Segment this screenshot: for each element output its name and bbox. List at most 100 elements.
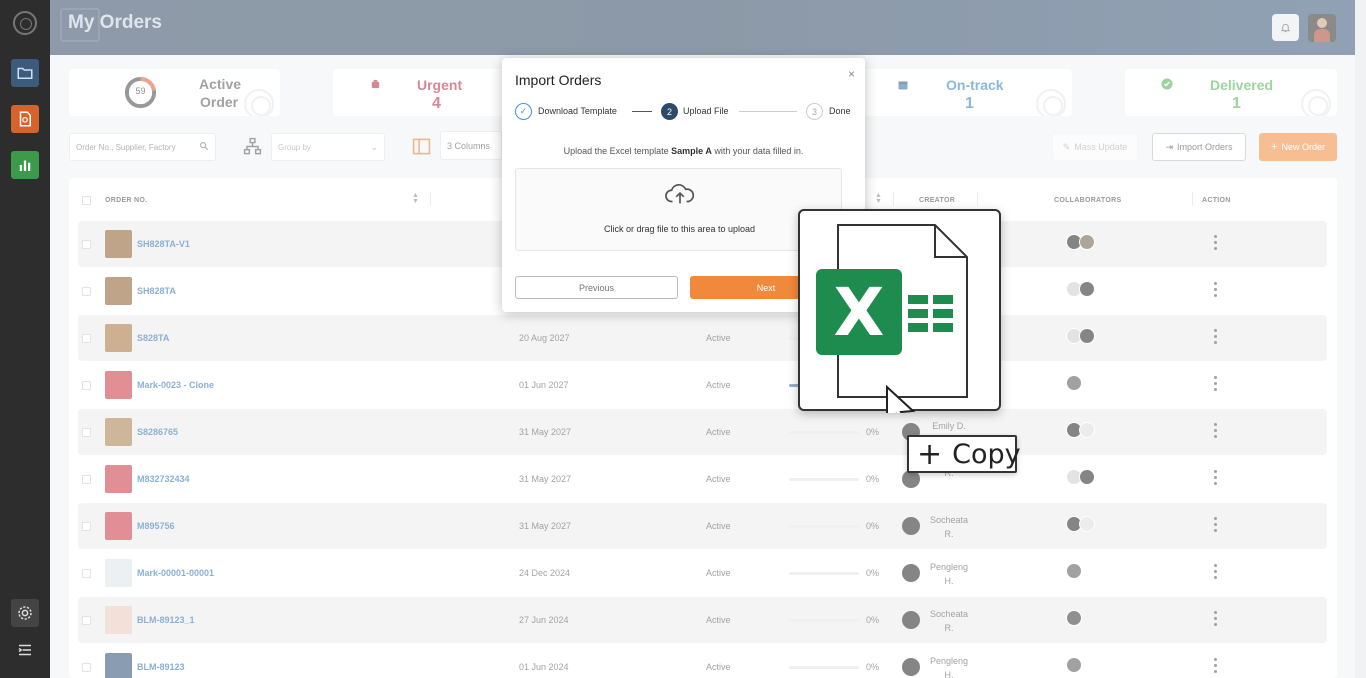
- sidebar-orders-button[interactable]: [11, 59, 39, 87]
- order-status: Active: [706, 474, 731, 484]
- collaborator-avatars[interactable]: [1066, 328, 1095, 344]
- search-input[interactable]: [70, 134, 190, 160]
- column-divider: [893, 192, 894, 206]
- more-actions-icon[interactable]: [1213, 376, 1217, 392]
- more-actions-icon[interactable]: [1213, 517, 1217, 533]
- progress-bar: [789, 525, 859, 528]
- order-status: Active: [706, 521, 731, 531]
- more-actions-icon[interactable]: [1213, 470, 1217, 486]
- table-row[interactable]: S8286765 31 May 2027 Active 0% Emily D.: [78, 409, 1327, 455]
- more-actions-icon[interactable]: [1213, 423, 1217, 439]
- ontrack-card[interactable]: On-track 1: [860, 69, 1072, 116]
- row-checkbox[interactable]: [82, 287, 91, 296]
- order-number-link[interactable]: Mark-0023 - Clone: [137, 380, 214, 390]
- collaborator-avatars[interactable]: [1066, 469, 1095, 485]
- row-checkbox[interactable]: [82, 428, 91, 437]
- order-number-link[interactable]: S828TA: [137, 333, 169, 343]
- document-search-icon: [19, 111, 31, 127]
- mass-update-button[interactable]: ✎ Mass Update: [1052, 133, 1138, 161]
- collaborator-avatars[interactable]: [1066, 422, 1095, 438]
- ontrack-label: On-track: [946, 77, 1004, 93]
- new-order-button[interactable]: + New Order: [1259, 133, 1337, 161]
- creator-last: R.: [944, 529, 954, 539]
- order-date: 20 Aug 2027: [519, 333, 570, 343]
- row-checkbox[interactable]: [82, 240, 91, 249]
- row-checkbox[interactable]: [82, 663, 91, 672]
- user-avatar[interactable]: [1308, 14, 1336, 42]
- more-actions-icon[interactable]: [1213, 329, 1217, 345]
- collaborator-avatars[interactable]: [1066, 375, 1082, 391]
- progress-bar: [789, 572, 859, 575]
- order-number-link[interactable]: S8286765: [137, 427, 178, 437]
- active-label-1: Active: [199, 76, 242, 92]
- collaborator-avatars[interactable]: [1066, 516, 1095, 532]
- collaborator-avatars[interactable]: [1066, 610, 1082, 626]
- hierarchy-icon[interactable]: [243, 137, 262, 156]
- more-actions-icon[interactable]: [1213, 282, 1217, 298]
- order-number-link[interactable]: M832732434: [137, 474, 190, 484]
- collaborator-avatars[interactable]: [1066, 281, 1095, 297]
- order-date: 31 May 2027: [519, 427, 572, 437]
- collaborator-avatars[interactable]: [1066, 657, 1082, 673]
- order-status: Active: [706, 662, 731, 672]
- progress-bar: [789, 666, 859, 669]
- order-number-link[interactable]: M895756: [137, 521, 175, 531]
- order-number-link[interactable]: SH828TA: [137, 286, 176, 296]
- collapse-menu-button[interactable]: [11, 636, 39, 664]
- table-row[interactable]: BLM-89123_1 27 Jun 2024 Active 0% Socheata R.: [78, 597, 1327, 643]
- more-actions-icon[interactable]: [1213, 611, 1217, 627]
- more-actions-icon[interactable]: [1213, 564, 1217, 580]
- import-orders-button[interactable]: ⇥ Import Orders: [1152, 133, 1246, 161]
- row-checkbox[interactable]: [82, 522, 91, 531]
- mass-update-label: Mass Update: [1074, 142, 1128, 152]
- table-row[interactable]: Mark-0023 - Clone 01 Jun 2027 Active: [78, 362, 1327, 408]
- sort-icon[interactable]: ▲ ▼: [875, 192, 882, 205]
- row-checkbox[interactable]: [82, 475, 91, 484]
- more-actions-icon[interactable]: [1213, 658, 1217, 674]
- delivered-card[interactable]: Delivered 1: [1125, 69, 1337, 116]
- active-label-2: Order: [200, 94, 239, 110]
- active-orders-card[interactable]: 59 Active Order: [69, 69, 280, 116]
- table-row[interactable]: M832732434 31 May 2027 Active 0% R.: [78, 456, 1327, 502]
- collaborator-avatars[interactable]: [1066, 563, 1082, 579]
- table-row[interactable]: Mark-00001-00001 24 Dec 2024 Active 0% Pengl…: [78, 550, 1327, 596]
- order-number-link[interactable]: Mark-00001-00001: [137, 568, 214, 578]
- sidebar-reports-button[interactable]: [11, 105, 39, 133]
- row-checkbox[interactable]: [82, 334, 91, 343]
- edit-icon: ✎: [1062, 141, 1071, 152]
- settings-button[interactable]: [11, 599, 39, 627]
- order-number-link[interactable]: BLM-89123: [137, 662, 185, 672]
- search-icon[interactable]: [199, 141, 209, 151]
- group-by-placeholder: Group by: [278, 143, 311, 152]
- previous-button[interactable]: Previous: [515, 276, 678, 299]
- table-row[interactable]: S828TA 20 Aug 2027 Active: [78, 315, 1327, 361]
- desc-template-name: Sample A: [671, 146, 712, 156]
- order-number-link[interactable]: SH828TA-V1: [137, 239, 190, 249]
- row-checkbox[interactable]: [82, 381, 91, 390]
- notifications-button[interactable]: [1272, 14, 1299, 41]
- columns-icon[interactable]: [412, 137, 431, 156]
- header-order-no: ORDER NO.: [105, 197, 148, 204]
- row-checkbox[interactable]: [82, 569, 91, 578]
- more-actions-icon[interactable]: [1213, 235, 1217, 251]
- table-row[interactable]: M895756 31 May 2027 Active 0% Socheata R.: [78, 503, 1327, 549]
- search-box: [69, 133, 216, 161]
- creator-first: Socheata: [929, 515, 969, 525]
- sidebar-analytics-button[interactable]: [11, 151, 39, 179]
- product-thumbnail: [105, 606, 132, 634]
- table-row[interactable]: BLM-89123 01 Jun 2024 Active 0% Pengleng H.: [78, 644, 1327, 678]
- new-order-label: New Order: [1281, 142, 1325, 152]
- close-icon[interactable]: ×: [848, 67, 855, 81]
- order-number-link[interactable]: BLM-89123_1: [137, 615, 195, 625]
- upload-dropzone[interactable]: Click or drag file to this area to uploa…: [515, 168, 842, 251]
- group-by-select[interactable]: Group by ⌄: [271, 133, 385, 161]
- header-creator: CREATOR: [919, 197, 956, 204]
- select-all-checkbox[interactable]: [82, 196, 91, 205]
- product-thumbnail: [105, 277, 132, 305]
- sort-icon[interactable]: ▲ ▼: [412, 192, 419, 205]
- row-checkbox[interactable]: [82, 616, 91, 625]
- app-logo[interactable]: [13, 11, 37, 35]
- product-thumbnail: [105, 653, 132, 678]
- columns-select[interactable]: 3 Columns: [440, 131, 502, 160]
- collaborator-avatars[interactable]: [1066, 234, 1095, 250]
